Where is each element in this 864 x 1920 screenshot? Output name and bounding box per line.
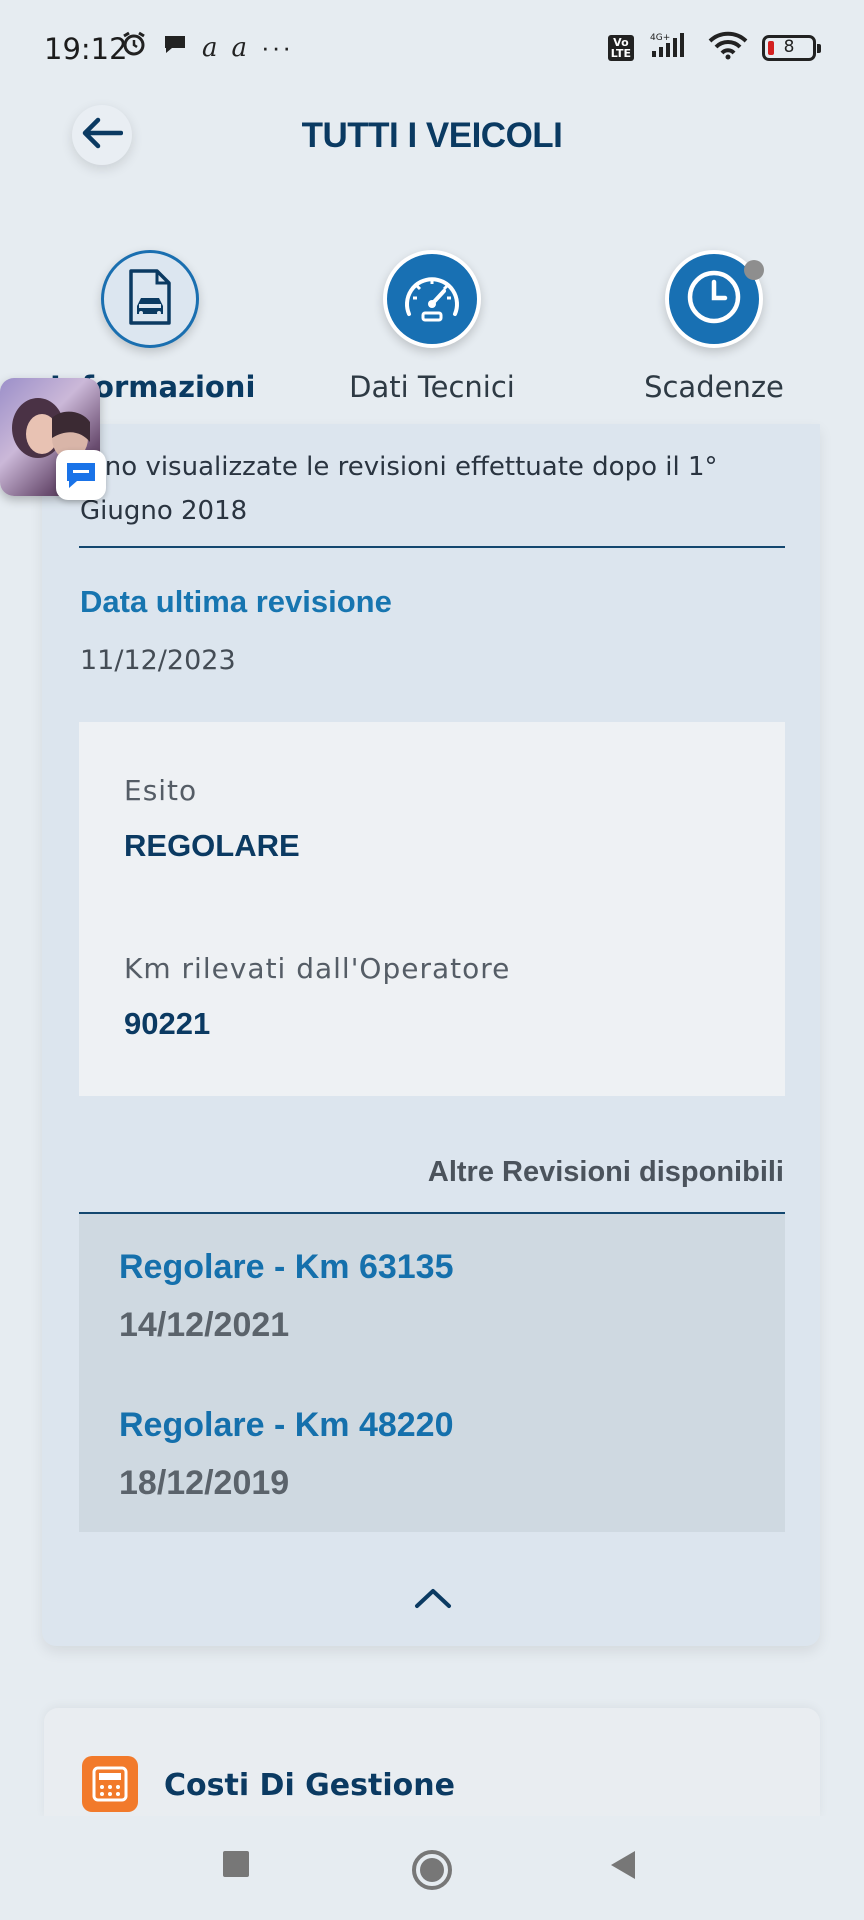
tab-label[interactable]: Scadenze <box>614 370 814 404</box>
revision-note: ...no visualizzate le revisioni effettua… <box>80 452 718 526</box>
status-bar: 19:12 a a ··· Vo LTE 4G+ 8 <box>0 0 864 96</box>
collapse-button[interactable] <box>408 1585 458 1615</box>
calculator-icon <box>82 1756 138 1812</box>
home-button[interactable] <box>410 1848 454 1897</box>
speedometer-icon <box>401 270 463 329</box>
costs-label[interactable]: Costi Di Gestione <box>164 1768 455 1803</box>
notification-dot <box>744 260 764 280</box>
tab-dati-tecnici-circle[interactable] <box>383 250 481 348</box>
km-value: 90221 <box>124 1006 211 1041</box>
last-revision-title: Data ultima revisione <box>80 584 392 619</box>
battery-icon: 8 <box>762 34 821 61</box>
recent-apps-button[interactable] <box>220 1848 252 1885</box>
km-label: Km rilevati dall'Operatore <box>124 952 511 985</box>
revision-item-date: 14/12/2021 <box>119 1306 290 1344</box>
last-revision-date: 11/12/2023 <box>80 645 236 676</box>
esito-value: REGOLARE <box>124 828 300 863</box>
volte-icon: Vo LTE <box>607 34 634 61</box>
status-icons-right: Vo LTE 4G+ 8 <box>607 30 821 65</box>
app-notification-icon: a <box>202 32 218 63</box>
square-icon <box>220 1848 252 1885</box>
divider <box>79 546 785 548</box>
page-title: TUTTI I VEICOLI <box>301 116 563 155</box>
chevron-up-icon <box>414 1586 452 1615</box>
tab-dati-tecnici[interactable]: Dati Tecnici <box>332 250 532 404</box>
home-circle-icon <box>410 1848 454 1897</box>
more-notifications-icon: ··· <box>261 32 294 62</box>
wifi-icon <box>708 30 748 65</box>
tab-label[interactable]: Dati Tecnici <box>332 370 532 404</box>
svg-text:4G+: 4G+ <box>650 33 670 43</box>
tab-informazioni-circle[interactable] <box>101 250 199 348</box>
esito-label: Esito <box>124 774 198 807</box>
chat-notification-icon <box>162 31 188 64</box>
status-icons-left: a a ··· <box>120 30 293 65</box>
alarm-icon <box>120 30 148 65</box>
app-notification-icon-2: a <box>231 32 248 63</box>
status-time: 19:12 <box>44 32 128 66</box>
vehicle-document-icon <box>125 268 175 331</box>
back-nav-button[interactable] <box>606 1848 640 1887</box>
clock-icon <box>684 267 744 332</box>
revision-item-title[interactable]: Regolare - Km 48220 <box>119 1406 454 1445</box>
triangle-back-icon <box>606 1848 640 1887</box>
tab-scadenze[interactable]: Scadenze <box>614 250 814 404</box>
revision-item-title[interactable]: Regolare - Km 63135 <box>119 1248 454 1287</box>
revision-item-date: 18/12/2019 <box>119 1464 290 1502</box>
messages-badge-icon <box>56 450 106 500</box>
signal-icon: 4G+ <box>648 31 694 64</box>
other-revisions-label: Altre Revisioni disponibili <box>427 1156 784 1188</box>
